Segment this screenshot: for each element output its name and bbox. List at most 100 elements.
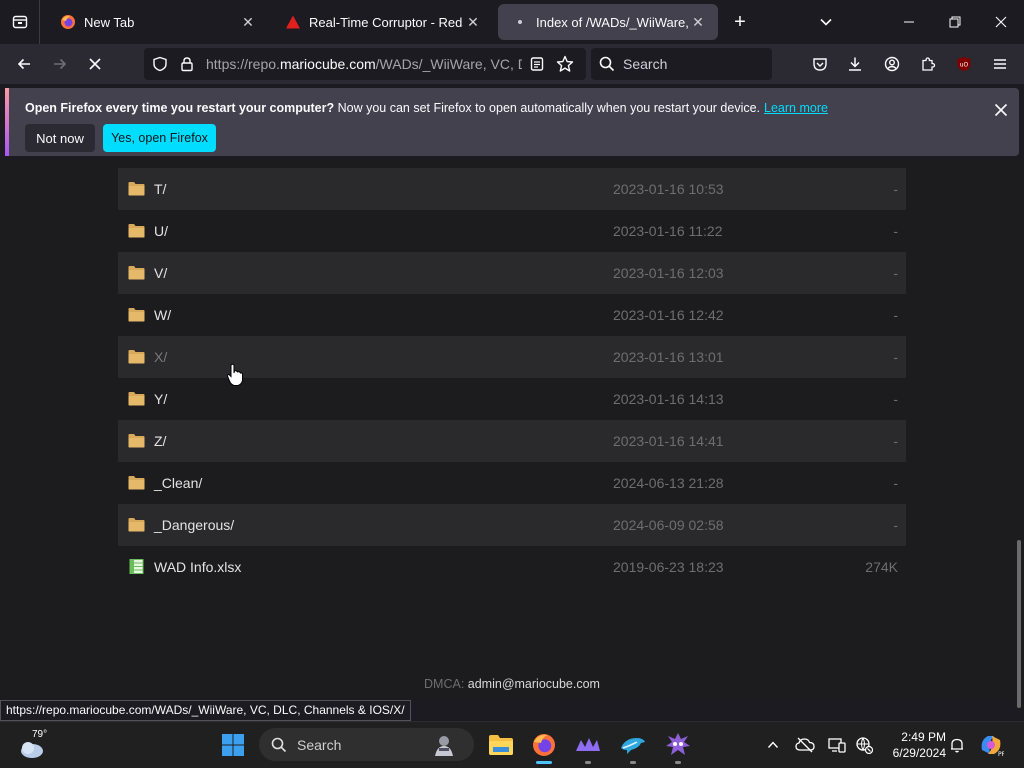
firefox-view-button[interactable] (0, 0, 40, 44)
address-bar[interactable]: https://repo.mariocube.com/WADs/_WiiWare… (144, 48, 586, 80)
entry-date: 2023-01-16 14:41 (613, 433, 724, 449)
restore-button[interactable] (932, 0, 978, 44)
close-tab-icon[interactable]: ✕ (688, 12, 708, 32)
navigation-toolbar: https://repo.mariocube.com/WADs/_WiiWare… (0, 44, 1024, 84)
entry-name-link[interactable]: U/ (154, 210, 168, 252)
start-button[interactable] (218, 727, 248, 763)
notifications-button[interactable] (946, 727, 968, 763)
dmca-email-link[interactable]: admin@mariocube.com (468, 677, 600, 691)
account-icon (884, 56, 900, 72)
tab-real-time-corruptor[interactable]: Real-Time Corruptor - Redscien ✕ (271, 4, 493, 40)
tab-title: Index of /WADs/_WiiWare, VC, D (536, 14, 688, 30)
entry-name-link[interactable]: T/ (154, 168, 166, 210)
downloads-button[interactable] (841, 50, 869, 78)
learn-more-link[interactable]: Learn more (764, 101, 828, 115)
folder-icon (128, 350, 145, 364)
new-tab-button[interactable]: + (726, 8, 754, 36)
entry-name-link[interactable]: _Dangerous/ (154, 504, 234, 546)
directory-row[interactable]: Z/2023-01-16 14:41 - (118, 420, 906, 462)
network-tray-button[interactable] (852, 727, 876, 763)
entry-size: 274K (865, 559, 898, 575)
firefox-taskbar-button[interactable] (528, 727, 560, 763)
extensions-button[interactable] (914, 50, 942, 78)
url-text[interactable]: https://repo.mariocube.com/WADs/_WiiWare… (206, 48, 522, 80)
close-tab-icon[interactable]: ✕ (463, 12, 483, 32)
cloud-offline-icon (795, 737, 815, 753)
clock-date: 6/29/2024 (892, 746, 946, 760)
ublock-origin-button[interactable]: uO (950, 50, 978, 78)
entry-name-link[interactable]: _Clean/ (154, 462, 202, 504)
file-row[interactable]: WAD Info.xlsx 2019-06-23 18:23 274K (118, 546, 906, 588)
folder-icon (128, 518, 145, 532)
close-notification-button[interactable] (989, 98, 1013, 122)
folder-icon (128, 476, 145, 490)
entry-name-link[interactable]: Z/ (154, 420, 166, 462)
taskbar-search-box[interactable]: Search (259, 728, 474, 761)
dolphin-emulator-icon (621, 738, 645, 754)
not-now-button[interactable]: Not now (25, 124, 95, 152)
minimize-button[interactable] (886, 0, 932, 44)
arrow-right-icon (54, 58, 67, 70)
dmca-footer: DMCA: admin@mariocube.com (0, 677, 1024, 691)
folder-icon (128, 308, 145, 322)
app-taskbar-button-2[interactable] (662, 727, 694, 763)
back-button[interactable] (10, 50, 38, 78)
entry-name-link[interactable]: W/ (154, 294, 171, 336)
stop-loading-button[interactable] (81, 50, 109, 78)
entry-size: - (893, 181, 898, 197)
tab-new-tab[interactable]: New Tab ✕ (46, 4, 268, 40)
copilot-button[interactable]: PRE (976, 727, 1006, 763)
forward-button[interactable] (46, 50, 74, 78)
reader-view-icon[interactable] (529, 56, 545, 72)
yes-open-firefox-button[interactable]: Yes, open Firefox (103, 124, 216, 152)
account-button[interactable] (878, 50, 906, 78)
tracking-protection-shield-icon[interactable] (152, 56, 168, 72)
firefox-view-icon (12, 15, 27, 29)
entry-size: - (893, 517, 898, 533)
puzzle-piece-icon (922, 57, 936, 71)
onedrive-tray-button[interactable] (793, 727, 817, 763)
folder-icon (128, 434, 145, 448)
directory-row[interactable]: W/2023-01-16 12:42 - (118, 294, 906, 336)
entry-name-link[interactable]: Y/ (154, 378, 167, 420)
menu-button[interactable] (986, 50, 1014, 78)
directory-row[interactable]: _Dangerous/2024-06-09 02:58 - (118, 504, 906, 546)
search-placeholder: Search (623, 56, 668, 72)
entry-name-link[interactable]: WAD Info.xlsx (154, 546, 241, 588)
directory-row[interactable]: V/2023-01-16 12:03 - (118, 252, 906, 294)
app-running-indicator (630, 761, 636, 764)
pocket-button[interactable] (806, 50, 834, 78)
device-tray-button[interactable] (825, 727, 849, 763)
show-hidden-icons-button[interactable] (762, 727, 784, 763)
search-icon (271, 737, 287, 752)
close-tab-icon[interactable]: ✕ (238, 12, 258, 32)
clock-time: 2:49 PM (901, 730, 946, 744)
weather-widget[interactable]: 79° (16, 726, 56, 764)
app-taskbar-button-1[interactable] (572, 727, 604, 763)
notification-heading: Open Firefox every time you restart your… (25, 101, 335, 115)
page-scrollbar[interactable] (1017, 540, 1021, 708)
entry-name-link[interactable]: V/ (154, 252, 167, 294)
search-icon (599, 56, 615, 72)
search-bar[interactable]: Search (591, 48, 772, 80)
list-all-tabs-button[interactable] (812, 8, 840, 36)
entry-size: - (893, 433, 898, 449)
search-highlight-icon (435, 736, 453, 756)
directory-row[interactable]: T/2023-01-16 10:53 - (118, 168, 906, 210)
url-prefix: https://repo. (206, 56, 280, 72)
directory-row[interactable]: U/2023-01-16 11:22 - (118, 210, 906, 252)
plus-icon: + (734, 10, 746, 33)
dolphin-emulator-taskbar-button[interactable] (617, 727, 649, 763)
bookmark-star-icon[interactable] (556, 55, 574, 73)
entry-date: 2023-01-16 11:22 (613, 223, 723, 239)
lock-icon[interactable] (179, 56, 195, 72)
network-disconnected-icon (856, 737, 873, 754)
directory-row[interactable]: _Clean/2024-06-13 21:28 - (118, 462, 906, 504)
file-explorer-taskbar-button[interactable] (485, 727, 517, 763)
close-window-button[interactable] (978, 0, 1024, 44)
stop-icon (89, 58, 101, 70)
tab-index-of-wads[interactable]: Index of /WADs/_WiiWare, VC, D ✕ (498, 4, 718, 40)
entry-name-link[interactable]: X/ (154, 336, 167, 378)
system-clock[interactable]: 2:49 PM 6/29/2024 (880, 729, 946, 761)
windows-taskbar: 79° Search 2:49 PM 6/29/2024 PR (0, 721, 1024, 768)
